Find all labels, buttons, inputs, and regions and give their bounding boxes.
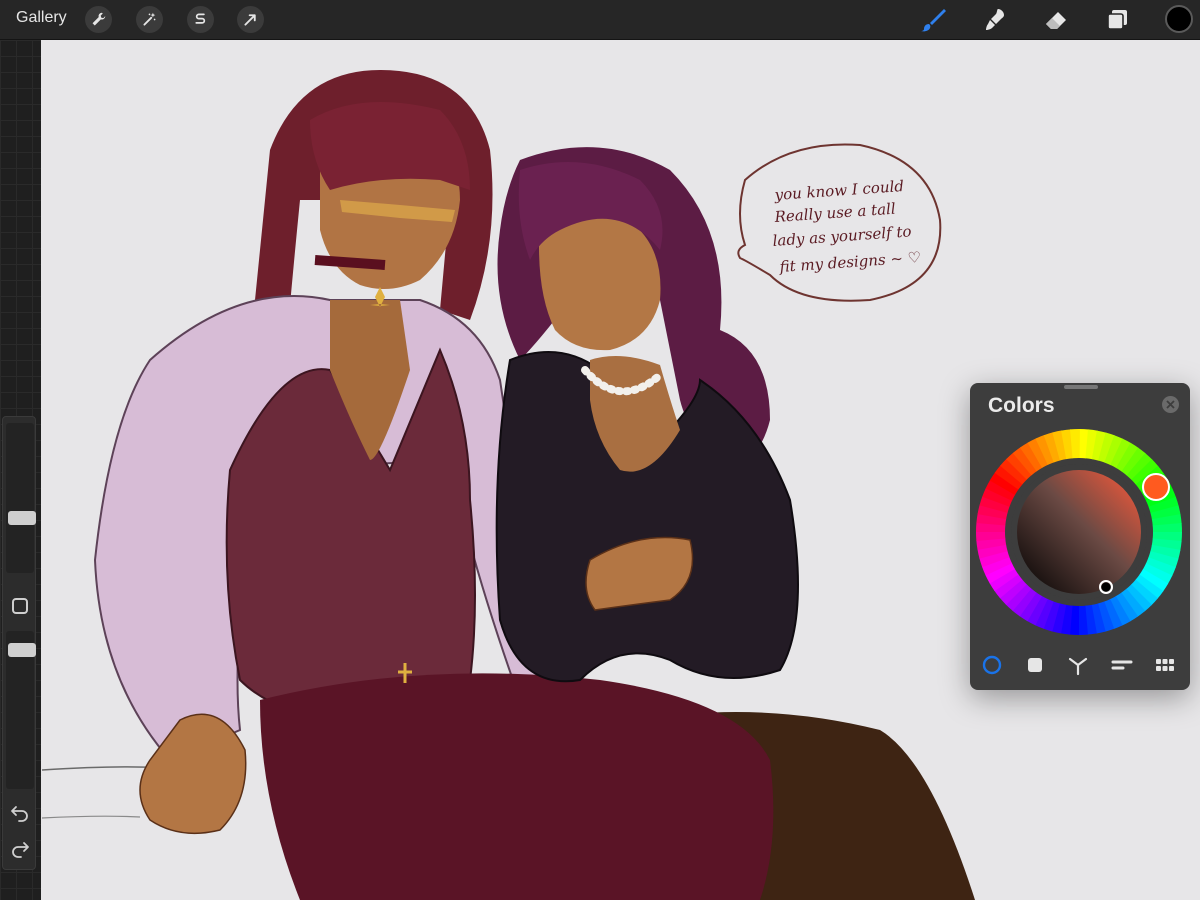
disc-mode-icon[interactable] xyxy=(980,653,1004,677)
opacity-thumb[interactable] xyxy=(8,643,36,657)
brush-icon[interactable] xyxy=(918,5,948,35)
gallery-button[interactable]: Gallery xyxy=(16,9,67,27)
undo-icon[interactable] xyxy=(9,801,31,823)
speech-bubble-text: you know I could Really use a tall lady … xyxy=(772,177,922,276)
colors-panel-title: Colors xyxy=(988,394,1055,417)
value-mode-icon[interactable] xyxy=(1110,653,1134,677)
transform-arrow-icon[interactable] xyxy=(237,6,264,33)
speech-line-3: lady as yourself to xyxy=(772,222,912,250)
smudge-icon[interactable] xyxy=(980,5,1010,35)
speech-line-2: Really use a tall xyxy=(773,200,896,226)
modify-icon[interactable] xyxy=(12,598,28,614)
wrench-icon[interactable] xyxy=(85,6,112,33)
selection-s-icon[interactable] xyxy=(187,6,214,33)
panel-grabber[interactable] xyxy=(1064,385,1098,389)
sidebar-controls xyxy=(2,416,36,870)
layers-icon[interactable] xyxy=(1102,5,1132,35)
harmony-mode-icon[interactable] xyxy=(1066,653,1090,677)
classic-mode-icon[interactable] xyxy=(1023,653,1047,677)
eraser-icon[interactable] xyxy=(1041,5,1071,35)
brush-size-thumb[interactable] xyxy=(8,511,36,525)
color-disc[interactable] xyxy=(974,427,1184,637)
palettes-mode-icon[interactable] xyxy=(1153,653,1177,677)
left-sidebar xyxy=(0,40,41,900)
opacity-slider[interactable] xyxy=(6,631,36,789)
speech-line-4: fit my designs ~ ♡ xyxy=(778,248,922,276)
brush-size-slider[interactable] xyxy=(6,423,36,573)
close-icon[interactable] xyxy=(1162,396,1179,413)
hue-picker-handle[interactable] xyxy=(1142,473,1170,501)
magic-wand-icon[interactable] xyxy=(136,6,163,33)
current-color-swatch[interactable] xyxy=(1165,5,1193,33)
top-toolbar: Gallery xyxy=(0,0,1200,40)
colors-panel: Colors xyxy=(970,383,1190,690)
saturation-brightness-disc[interactable] xyxy=(1017,470,1141,594)
redo-icon[interactable] xyxy=(9,837,31,859)
